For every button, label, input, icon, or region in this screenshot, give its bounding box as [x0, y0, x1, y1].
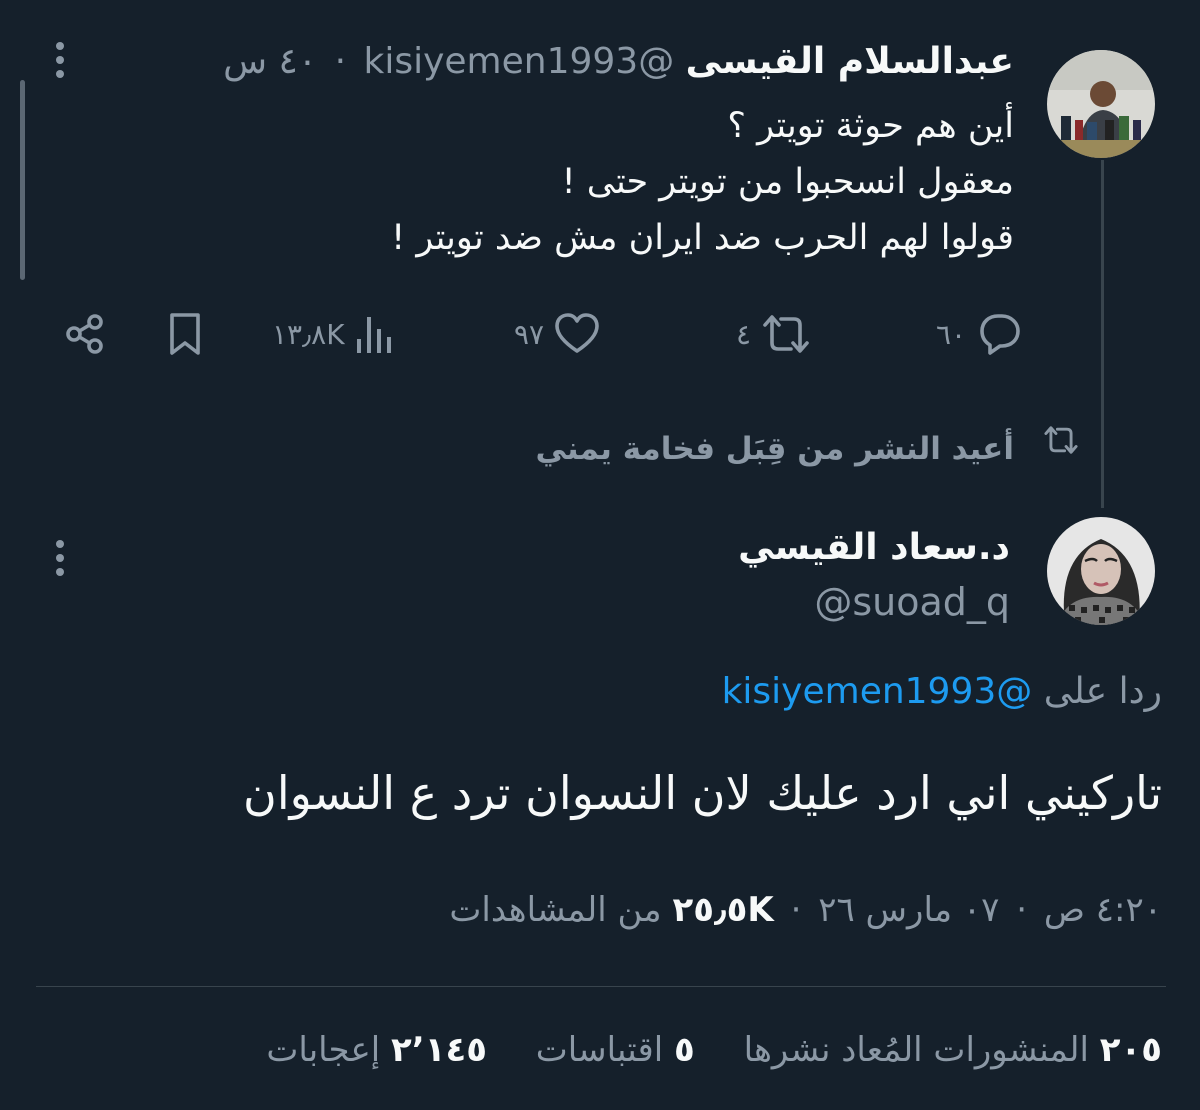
- main-author-handle[interactable]: @suoad_q: [814, 576, 1010, 628]
- like-button[interactable]: ٩٧: [514, 302, 602, 366]
- reposted-icon: [1040, 422, 1082, 462]
- main-tweet-text: تاركيني اني ارد عليك لان النسوان ترد ع ا…: [243, 766, 1162, 820]
- views-button[interactable]: ١٣٫٨K: [272, 302, 399, 366]
- thread-line: [1101, 160, 1104, 508]
- repost-button[interactable]: ٤: [736, 302, 813, 366]
- bookmark-icon: [170, 313, 200, 355]
- main-author-name[interactable]: د.سعاد القيسي: [738, 522, 1010, 574]
- likes-count: ٩٧: [514, 317, 545, 351]
- quoted-author-name[interactable]: عبدالسلام القيسى: [686, 41, 1014, 82]
- avatar-quoted-author[interactable]: [1047, 50, 1155, 158]
- reply-icon: [980, 314, 1020, 355]
- tweet-metadata: ٤:٢٠ ص · ٠٧ مارس ٢٦ · ٢٥٫٥K من المشاهدات: [449, 890, 1162, 930]
- views-total-label: من المشاهدات: [449, 890, 662, 930]
- tweet-date[interactable]: ٠٧ مارس ٢٦: [818, 890, 999, 930]
- quoted-tweet-header: عبدالسلام القيسى @kisiyemen1993 · ٤٠ س: [223, 36, 1014, 88]
- likes-stat-count: ٢٬١٤٥: [391, 1030, 487, 1070]
- likes-stat-label: إعجابات: [266, 1030, 381, 1070]
- engagement-stats: ٢٠٥ المنشورات المُعاد نشرها ٥ اقتباسات ٢…: [266, 1022, 1162, 1078]
- reply-button[interactable]: ٦٠: [936, 302, 1024, 366]
- reposts-stat-count: ٢٠٥: [1099, 1030, 1162, 1070]
- share-icon: [66, 314, 103, 354]
- more-options-icon[interactable]: [54, 42, 66, 78]
- views-icon: [356, 317, 391, 353]
- quoted-text-line: قولوا لهم الحرب ضد ايران مش ضد تويتر !: [391, 218, 1014, 258]
- reposts-count: ٤: [736, 317, 752, 351]
- separator-dot: ·: [334, 41, 347, 82]
- quotes-stat[interactable]: ٥ اقتباسات: [525, 1030, 695, 1070]
- quoted-tweet-action-bar: ١٣٫٨K ٩٧ ٤ ٦٠: [60, 302, 1020, 366]
- reply-context: ردا على @kisiyemen1993: [722, 664, 1162, 720]
- reposts-stat-label: المنشورات المُعاد نشرها: [743, 1030, 1089, 1070]
- more-options-icon[interactable]: [54, 540, 66, 576]
- share-button[interactable]: [60, 302, 110, 366]
- quoted-tweet-text: أين هم حوثة تويتر ؟ معقول انسحبوا من توي…: [391, 98, 1014, 266]
- views-count: ١٣٫٨K: [272, 317, 345, 351]
- repost-icon: [763, 315, 809, 353]
- quotes-stat-count: ٥: [674, 1030, 695, 1070]
- bookmark-button[interactable]: [162, 302, 212, 366]
- replies-count: ٦٠: [936, 317, 967, 351]
- divider: [36, 986, 1166, 987]
- likes-stat[interactable]: ٢٬١٤٥ إعجابات: [266, 1030, 487, 1070]
- quoted-text-line: معقول انسحبوا من تويتر حتى !: [561, 162, 1014, 202]
- reposts-stat[interactable]: ٢٠٥ المنشورات المُعاد نشرها: [733, 1030, 1162, 1070]
- avatar-main-author[interactable]: [1047, 517, 1155, 625]
- reply-to-handle-link[interactable]: @kisiyemen1993: [722, 671, 1033, 712]
- quotes-stat-label: اقتباسات: [535, 1030, 664, 1070]
- quoted-text-line: أين هم حوثة تويتر ؟: [727, 106, 1014, 146]
- quoted-author-handle[interactable]: @kisiyemen1993: [363, 41, 674, 82]
- scrollbar[interactable]: [20, 80, 25, 280]
- like-icon: [555, 313, 599, 353]
- quoted-tweet-time[interactable]: ٤٠ س: [223, 41, 317, 82]
- tweet-time[interactable]: ٤:٢٠ ص: [1044, 890, 1162, 930]
- reply-prefix: ردا على: [1043, 671, 1162, 712]
- reposted-by-label[interactable]: أعيد النشر من قِبَل فخامة يمني: [535, 424, 1014, 474]
- views-total-count: ٢٥٫٥K: [672, 890, 774, 930]
